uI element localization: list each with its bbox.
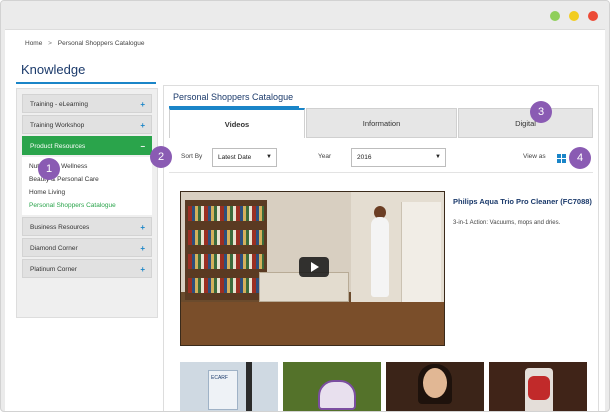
- breadcrumb-separator: >: [48, 40, 52, 47]
- sidebar-item-training-workshop[interactable]: Training Workshop +: [22, 115, 152, 134]
- featured-video-player[interactable]: [180, 191, 445, 346]
- callout-badge-2: 2: [150, 146, 172, 168]
- catalogue-panel: Personal Shoppers Catalogue Videos Infor…: [163, 85, 599, 411]
- sort-by-select[interactable]: Latest Date ▼: [212, 148, 277, 167]
- year-label: Year: [318, 153, 332, 160]
- browser-window: Home > Personal Shoppers Catalogue Knowl…: [0, 0, 610, 412]
- callout-badge-4: 4: [569, 147, 591, 169]
- sidebar-item-label: Diamond Corner: [30, 245, 78, 252]
- featured-product-title[interactable]: Philips Aqua Trio Pro Cleaner (FC7088): [453, 197, 593, 207]
- submenu-item-personal-shoppers[interactable]: Personal Shoppers Catalogue: [22, 199, 152, 212]
- sidebar-item-diamond-corner[interactable]: Diamond Corner +: [22, 238, 152, 257]
- breadcrumb-current: Personal Shoppers Catalogue: [57, 40, 145, 47]
- sort-by-label: Sort By: [181, 153, 203, 160]
- video-thumbnail-1[interactable]: ECARF: [180, 362, 278, 411]
- grid-view-icon[interactable]: [557, 154, 566, 163]
- video-scene-door: [401, 202, 441, 302]
- expand-icon[interactable]: +: [140, 116, 145, 135]
- view-as-label: View as: [523, 153, 546, 160]
- video-thumbnail-3[interactable]: [386, 362, 484, 411]
- breadcrumb-home[interactable]: Home: [25, 40, 42, 47]
- video-thumbnail-row: ECARF: [180, 362, 594, 411]
- sidebar-item-label: Training - eLearning: [30, 101, 88, 108]
- tab-videos[interactable]: Videos: [169, 108, 305, 138]
- video-thumbnail-2[interactable]: [283, 362, 381, 411]
- sidebar: Training - eLearning + Training Workshop…: [16, 88, 158, 318]
- submenu-item-home-living[interactable]: Home Living: [22, 186, 152, 199]
- tab-digital[interactable]: Digital: [458, 108, 593, 138]
- product-box-image: ECARF: [208, 370, 238, 410]
- play-icon[interactable]: [299, 257, 329, 277]
- product-stick-image: [246, 362, 252, 411]
- sidebar-item-platinum-corner[interactable]: Platinum Corner +: [22, 259, 152, 278]
- video-scene-person: [371, 217, 389, 297]
- featured-product-description: 3-in-1 Action: Vacuums, mops and dries.: [453, 220, 561, 226]
- title-underline: [16, 82, 156, 84]
- page-title: Knowledge: [21, 62, 86, 77]
- sidebar-item-label: Training Workshop: [30, 122, 85, 129]
- callout-badge-3: 3: [530, 101, 552, 123]
- dropdown-caret-icon: ▼: [435, 154, 441, 160]
- thumbnail-box-label: ECARF: [211, 375, 228, 381]
- sidebar-item-training-elearning[interactable]: Training - eLearning +: [22, 94, 152, 113]
- collapse-icon[interactable]: −: [140, 137, 145, 156]
- presenter-face-image: [423, 368, 447, 398]
- page-content: Home > Personal Shoppers Catalogue Knowl…: [5, 29, 605, 411]
- breadcrumb: Home > Personal Shoppers Catalogue: [25, 40, 145, 47]
- panel-title: Personal Shoppers Catalogue: [173, 92, 294, 102]
- fruit-image: [528, 376, 550, 400]
- sidebar-item-label: Platinum Corner: [30, 266, 77, 273]
- minimize-dot[interactable]: [550, 11, 560, 21]
- sort-by-value: Latest Date: [218, 154, 252, 161]
- sidebar-item-product-resources[interactable]: Product Resources −: [22, 136, 152, 155]
- video-scene-floor: [181, 302, 444, 345]
- steam-iron-image: [318, 380, 356, 410]
- dropdown-caret-icon: ▼: [266, 154, 272, 160]
- year-value: 2016: [357, 154, 372, 161]
- maximize-dot[interactable]: [569, 11, 579, 21]
- sidebar-item-label: Business Resources: [30, 224, 90, 231]
- close-dot[interactable]: [588, 11, 598, 21]
- expand-icon[interactable]: +: [140, 218, 145, 237]
- tab-information[interactable]: Information: [306, 108, 457, 138]
- sidebar-item-label: Product Resources: [30, 143, 86, 150]
- title-bar: [1, 1, 609, 29]
- year-select[interactable]: 2016 ▼: [351, 148, 446, 167]
- expand-icon[interactable]: +: [140, 239, 145, 258]
- video-scene-bookshelf: [185, 200, 267, 300]
- expand-icon[interactable]: +: [140, 260, 145, 279]
- callout-badge-1: 1: [38, 158, 60, 180]
- filter-bar: Sort By Latest Date ▼ Year 2016 ▼ View a…: [169, 145, 593, 173]
- video-thumbnail-4[interactable]: [489, 362, 587, 411]
- expand-icon[interactable]: +: [140, 95, 145, 114]
- sidebar-item-business-resources[interactable]: Business Resources +: [22, 217, 152, 236]
